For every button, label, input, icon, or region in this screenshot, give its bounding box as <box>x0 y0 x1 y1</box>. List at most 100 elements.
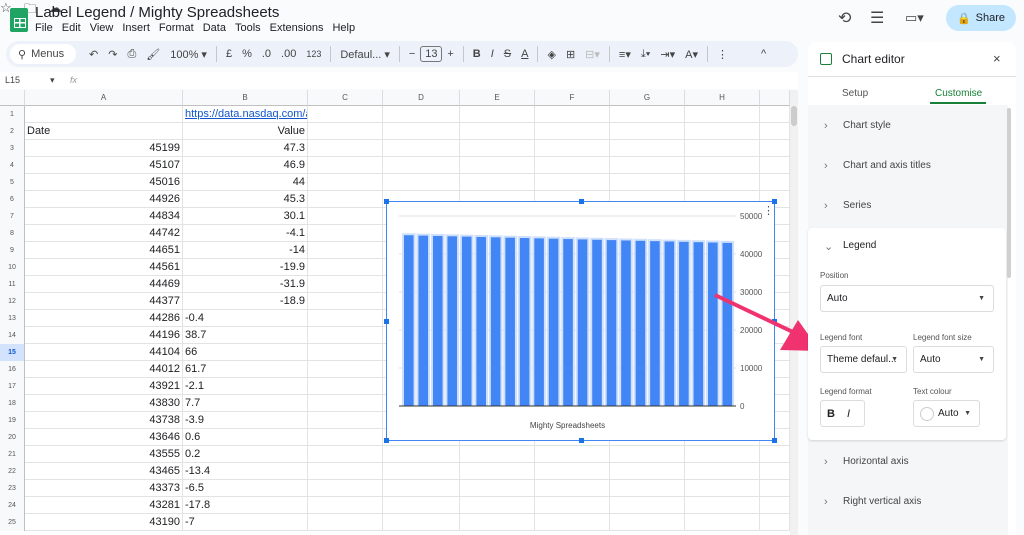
cell-b[interactable]: 61.7 <box>183 361 308 378</box>
name-box[interactable]: L15 <box>5 75 20 85</box>
cell-a[interactable]: 43738 <box>25 412 183 429</box>
cell[interactable] <box>535 480 610 497</box>
text-color-icon[interactable]: A <box>521 48 528 60</box>
menu-file[interactable]: File <box>35 22 53 34</box>
cell[interactable] <box>610 123 685 140</box>
cell-a[interactable]: 44742 <box>25 225 183 242</box>
cell[interactable] <box>308 225 383 242</box>
row-header[interactable]: 3 <box>0 140 25 157</box>
cell-a[interactable]: 44651 <box>25 242 183 259</box>
cell-a[interactable]: 43555 <box>25 446 183 463</box>
cell[interactable] <box>535 106 610 123</box>
cell[interactable] <box>383 123 460 140</box>
cell-a[interactable]: 44561 <box>25 259 183 276</box>
cell-b[interactable]: -18.9 <box>183 293 308 310</box>
cell[interactable] <box>460 497 535 514</box>
cell-a[interactable]: 44104 <box>25 344 183 361</box>
cell-b[interactable]: -14 <box>183 242 308 259</box>
cell[interactable] <box>308 208 383 225</box>
bold-button[interactable]: B <box>473 48 481 60</box>
legend-bold-button[interactable]: B <box>827 408 835 420</box>
cell[interactable] <box>760 480 790 497</box>
cell[interactable] <box>535 123 610 140</box>
cell[interactable] <box>308 378 383 395</box>
cell[interactable] <box>760 157 790 174</box>
cell[interactable] <box>383 106 460 123</box>
cell[interactable] <box>308 123 383 140</box>
number-format-button[interactable]: 123 <box>306 49 321 59</box>
cell[interactable] <box>535 157 610 174</box>
cell[interactable] <box>383 480 460 497</box>
collapse-toolbar-icon[interactable]: ^ <box>761 48 766 60</box>
cell-b[interactable]: -17.8 <box>183 497 308 514</box>
percent-button[interactable]: % <box>242 48 252 60</box>
row-header[interactable]: 14 <box>0 327 25 344</box>
cell-a[interactable]: 43190 <box>25 514 183 531</box>
meet-icon[interactable]: ▭▾ <box>905 10 924 26</box>
cell[interactable] <box>685 123 760 140</box>
cell[interactable] <box>610 106 685 123</box>
row-header[interactable]: 24 <box>0 497 25 514</box>
cell-b[interactable]: -0.4 <box>183 310 308 327</box>
cell-b[interactable]: 0.2 <box>183 446 308 463</box>
cell-b[interactable]: 66 <box>183 344 308 361</box>
resize-handle[interactable] <box>384 438 389 443</box>
cell[interactable] <box>308 429 383 446</box>
cell[interactable] <box>610 514 685 531</box>
section-chart-axis-titles[interactable]: › Chart and axis titles <box>808 160 1008 172</box>
cell-b[interactable]: 47.3 <box>183 140 308 157</box>
row-header[interactable]: 5 <box>0 174 25 191</box>
row-header[interactable]: 8 <box>0 225 25 242</box>
cell[interactable] <box>308 276 383 293</box>
section-series[interactable]: › Series <box>808 200 1008 212</box>
more-icon[interactable]: ⋮ <box>717 48 728 61</box>
row-header[interactable]: 22 <box>0 463 25 480</box>
row-header[interactable]: 1 <box>0 106 25 123</box>
cell[interactable] <box>308 395 383 412</box>
cell-a[interactable]: 45016 <box>25 174 183 191</box>
cell[interactable] <box>760 174 790 191</box>
row-header[interactable]: 23 <box>0 480 25 497</box>
cell[interactable] <box>610 480 685 497</box>
cell[interactable] <box>383 174 460 191</box>
cell[interactable] <box>308 191 383 208</box>
column-header[interactable]: C <box>308 90 383 106</box>
cell-a[interactable]: 45199 <box>25 140 183 157</box>
cell[interactable] <box>308 259 383 276</box>
cell[interactable] <box>535 140 610 157</box>
increase-font-size[interactable]: + <box>447 48 453 60</box>
menu-tools[interactable]: Tools <box>235 22 261 34</box>
fill-color-icon[interactable]: ◈ <box>547 48 555 61</box>
cell[interactable] <box>460 480 535 497</box>
cell[interactable] <box>308 344 383 361</box>
menu-help[interactable]: Help <box>332 22 355 34</box>
legend-position-select[interactable]: Auto ▼ <box>820 285 994 312</box>
decrease-decimal-button[interactable]: .0 <box>262 48 271 60</box>
currency-button[interactable]: £ <box>226 48 232 60</box>
cell-b[interactable]: -3.9 <box>183 412 308 429</box>
legend-font-size-select[interactable]: Auto ▼ <box>913 346 994 373</box>
cell[interactable] <box>760 106 790 123</box>
cell-b[interactable]: -6.5 <box>183 480 308 497</box>
version-history-icon[interactable]: ⟲ <box>838 8 851 28</box>
row-header[interactable]: 17 <box>0 378 25 395</box>
cell-b[interactable]: Value <box>183 123 308 140</box>
cell[interactable] <box>308 310 383 327</box>
legend-font-select[interactable]: Theme defaul... ▼ <box>820 346 907 373</box>
cell[interactable] <box>685 174 760 191</box>
cell-b[interactable]: 7.7 <box>183 395 308 412</box>
cell-b[interactable]: -19.9 <box>183 259 308 276</box>
menu-insert[interactable]: Insert <box>122 22 150 34</box>
row-header[interactable]: 10 <box>0 259 25 276</box>
cell-b[interactable]: 0.6 <box>183 429 308 446</box>
cell-a[interactable]: 44469 <box>25 276 183 293</box>
cell[interactable] <box>308 327 383 344</box>
text-colour-select[interactable]: Auto ▼ <box>913 400 980 427</box>
formula-input[interactable] <box>90 73 790 88</box>
cell-a[interactable] <box>25 106 183 123</box>
cell[interactable] <box>610 446 685 463</box>
cell[interactable] <box>760 463 790 480</box>
cell-b[interactable]: -4.1 <box>183 225 308 242</box>
align-icon[interactable]: ≡▾ <box>619 48 631 61</box>
cell-b[interactable]: -7 <box>183 514 308 531</box>
